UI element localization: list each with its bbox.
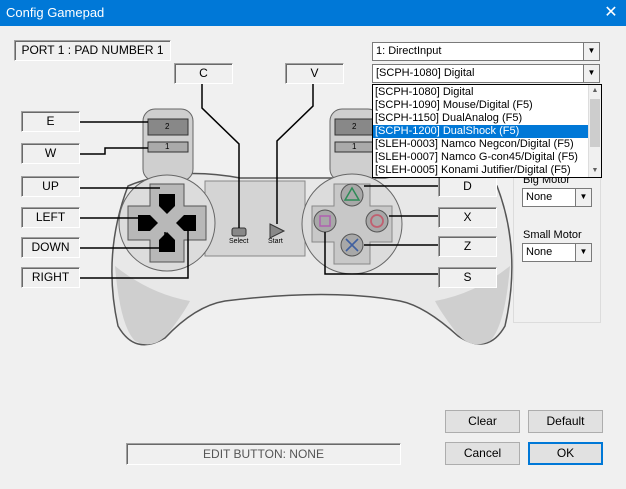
right-binding[interactable]: RIGHT	[21, 267, 80, 288]
r2-label: 2	[352, 122, 357, 131]
dropdown-option[interactable]: [SCPH-1200] DualShock (F5)	[373, 125, 601, 138]
select-label: Select	[229, 238, 249, 245]
square-button	[313, 209, 337, 233]
dropdown-option[interactable]: [SLEH-0005] Konami Jutifier/Digital (F5)	[373, 164, 601, 177]
l1-label: 1	[165, 142, 170, 151]
center-panel	[204, 180, 306, 257]
window-title: Config Gamepad	[6, 5, 105, 20]
small-motor-value: None	[526, 246, 553, 258]
triangle-binding[interactable]: D	[438, 176, 497, 197]
chevron-down-icon[interactable]: ▼	[575, 189, 591, 206]
chevron-down-icon[interactable]: ▼	[583, 65, 599, 82]
input-type-select[interactable]: 1: DirectInput ▼	[372, 42, 600, 61]
edit-status: EDIT BUTTON: NONE	[126, 443, 401, 465]
clear-button[interactable]: Clear	[445, 410, 520, 433]
title-bar: Config Gamepad ✕	[0, 0, 626, 26]
start-label: Start	[268, 238, 283, 245]
circle-binding[interactable]: X	[438, 207, 497, 228]
scroll-thumb[interactable]	[590, 99, 600, 147]
chevron-down-icon[interactable]: ▼	[575, 244, 591, 261]
scroll-up-icon[interactable]: ▲	[589, 85, 601, 97]
down-binding[interactable]: DOWN	[21, 237, 80, 258]
small-motor-select[interactable]: None ▼	[522, 243, 592, 262]
port-label: PORT 1 : PAD NUMBER 1	[14, 40, 171, 61]
dropdown-option[interactable]: [SCPH-1090] Mouse/Digital (F5)	[373, 99, 601, 112]
select-button	[231, 227, 247, 237]
small-motor-label: Small Motor	[523, 229, 582, 241]
dropdown-option[interactable]: [SCPH-1150] DualAnalog (F5)	[373, 112, 601, 125]
left-binding[interactable]: LEFT	[21, 207, 80, 228]
cancel-button[interactable]: Cancel	[445, 442, 520, 465]
pad-type-dropdown[interactable]: [SCPH-1080] Digital [SCPH-1090] Mouse/Dig…	[372, 84, 602, 178]
dropdown-option[interactable]: [SLEH-0007] Namco G-con45/Digital (F5)	[373, 151, 601, 164]
scroll-down-icon[interactable]: ▼	[589, 165, 601, 177]
dropdown-scrollbar[interactable]: ▲ ▼	[588, 85, 601, 177]
l2-binding[interactable]: E	[21, 111, 80, 132]
l2-label: 2	[165, 122, 170, 131]
default-button[interactable]: Default	[528, 410, 603, 433]
dropdown-option[interactable]: [SLEH-0003] Namco Negcon/Digital (F5)	[373, 138, 601, 151]
cross-binding[interactable]: Z	[438, 236, 497, 257]
dropdown-option[interactable]: [SCPH-1080] Digital	[373, 86, 601, 99]
circle-button	[365, 209, 389, 233]
pad-type-select[interactable]: [SCPH-1080] Digital ▼	[372, 64, 600, 83]
big-motor-value: None	[526, 191, 553, 203]
close-icon[interactable]: ✕	[596, 0, 626, 26]
dialog-client: PORT 1 : PAD NUMBER 1 C V E W UP LEFT DO…	[0, 26, 626, 489]
select-binding[interactable]: C	[174, 63, 233, 84]
square-binding[interactable]: S	[438, 267, 497, 288]
pad-type-value: [SCPH-1080] Digital	[376, 67, 475, 79]
input-type-value: 1: DirectInput	[376, 45, 442, 57]
start-binding[interactable]: V	[285, 63, 344, 84]
ok-button[interactable]: OK	[528, 442, 603, 465]
l1-binding[interactable]: W	[21, 143, 80, 164]
up-binding[interactable]: UP	[21, 176, 80, 197]
big-motor-select[interactable]: None ▼	[522, 188, 592, 207]
r1-label: 1	[352, 142, 357, 151]
chevron-down-icon[interactable]: ▼	[583, 43, 599, 60]
